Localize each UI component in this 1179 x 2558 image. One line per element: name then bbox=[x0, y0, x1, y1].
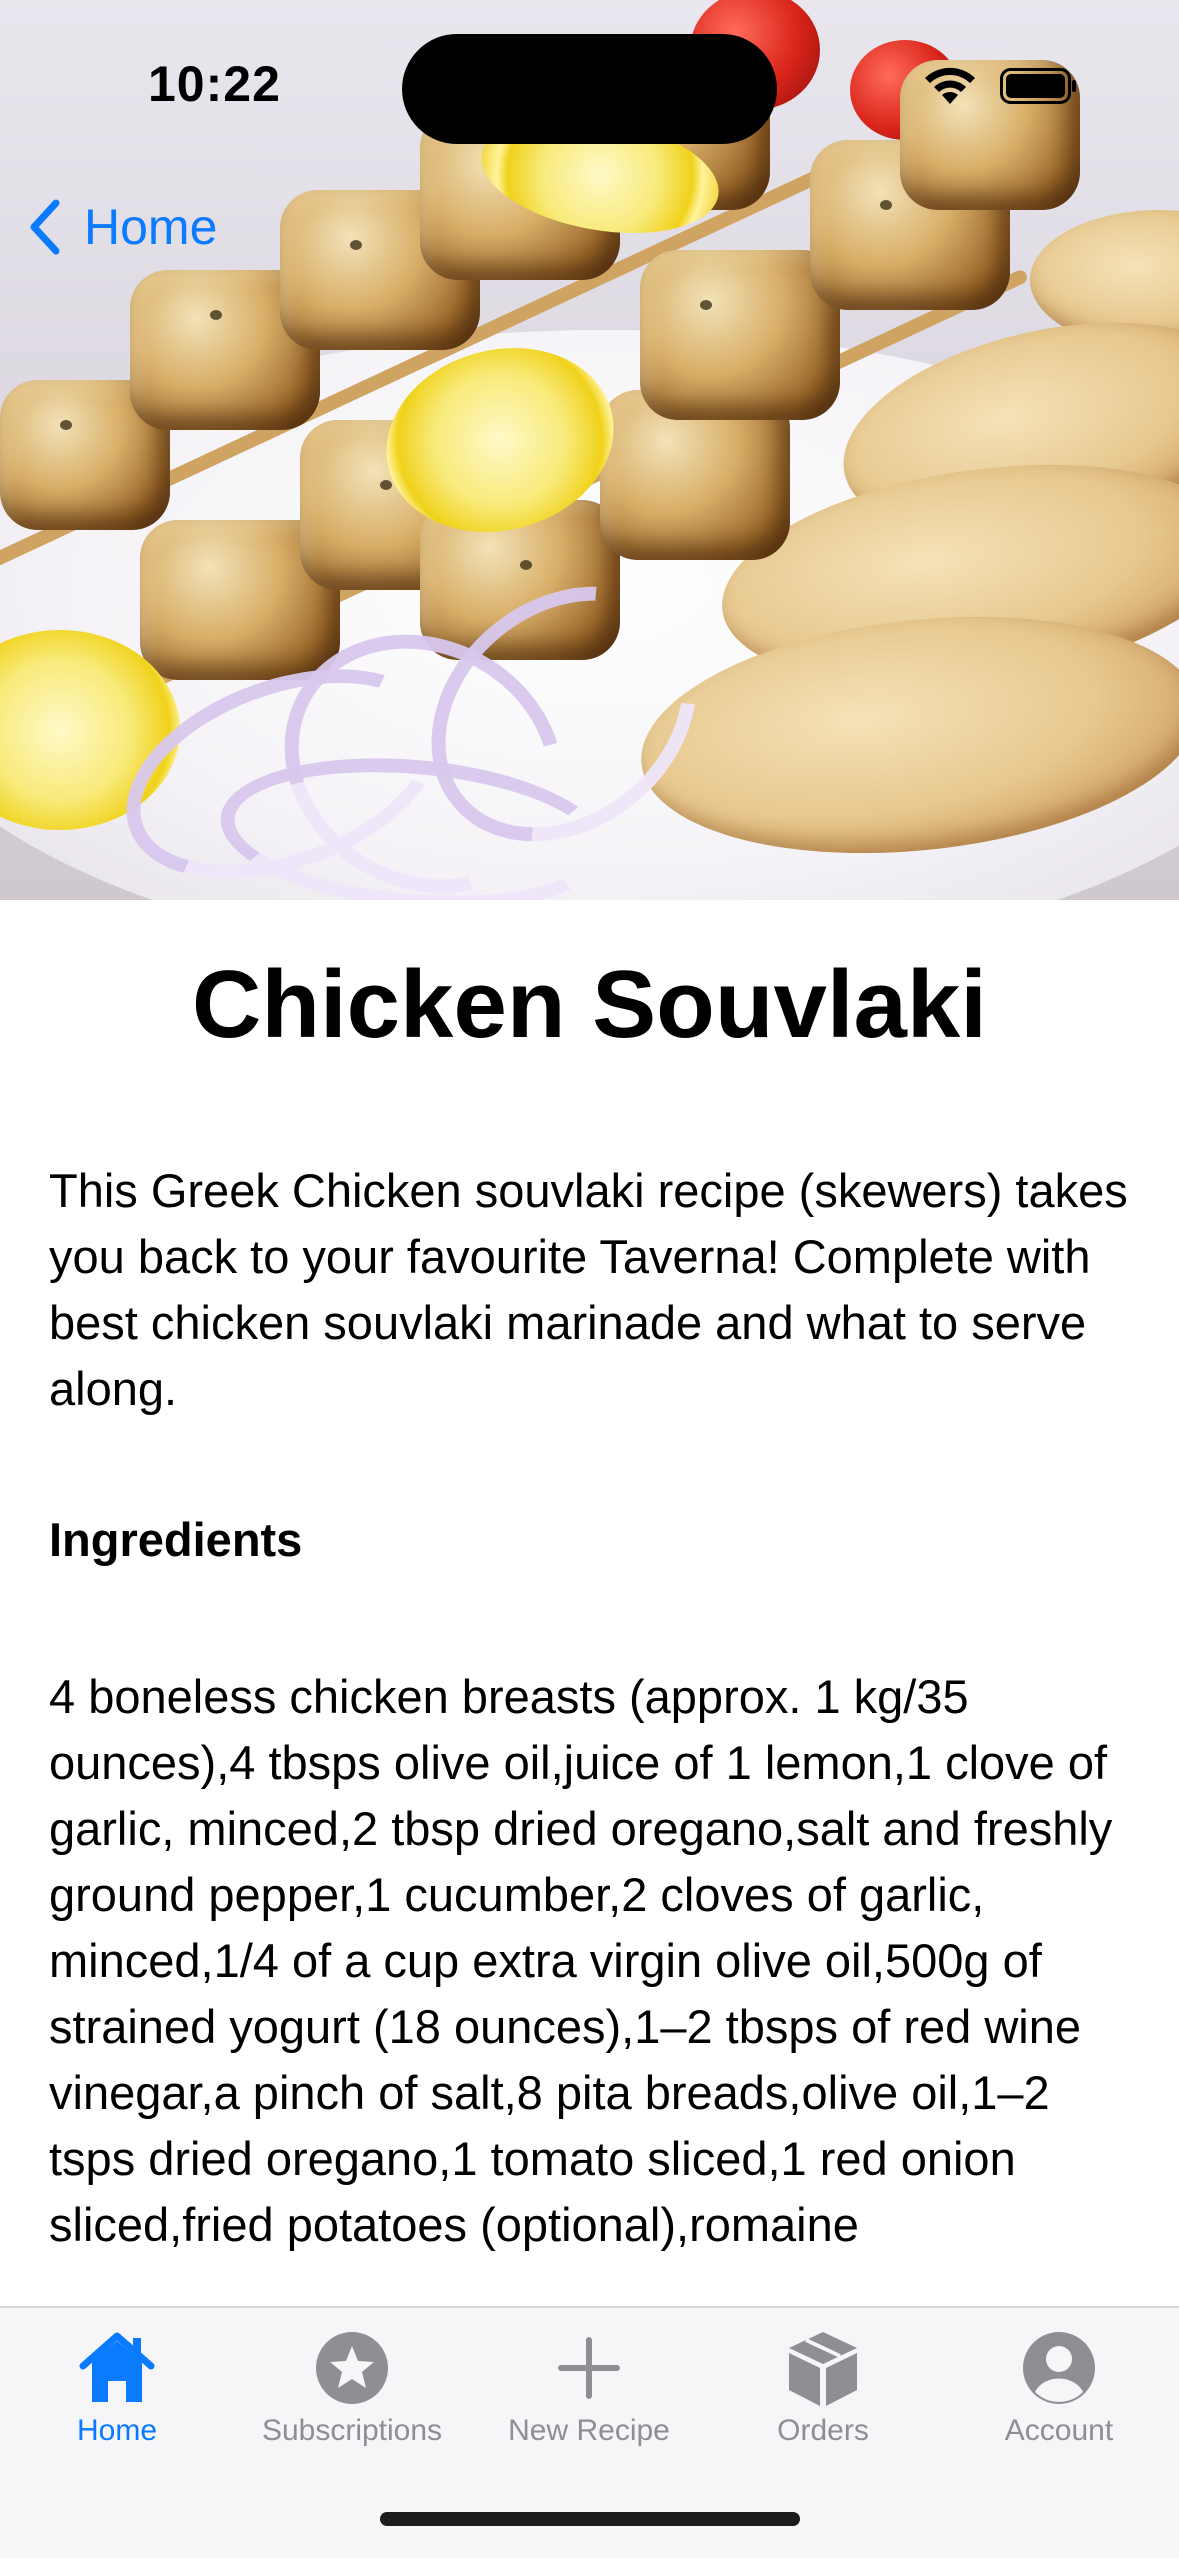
house-icon bbox=[79, 2332, 155, 2402]
tab-subscriptions[interactable]: Subscriptions bbox=[242, 2326, 462, 2448]
recipe-description: This Greek Chicken souvlaki recipe (skew… bbox=[49, 1164, 1128, 1415]
ingredients-heading: Ingredients bbox=[49, 1513, 303, 1566]
wifi-icon bbox=[925, 67, 975, 104]
recipe-title: Chicken Souvlaki bbox=[192, 951, 987, 1058]
chevron-left-icon bbox=[30, 199, 60, 255]
star-icon bbox=[316, 2332, 388, 2404]
tab-account-label: Account bbox=[1004, 2414, 1114, 2447]
seasoning-speck bbox=[380, 480, 392, 490]
dynamic-island bbox=[402, 34, 777, 144]
tab-new-recipe[interactable]: New Recipe bbox=[479, 2326, 699, 2448]
battery-icon bbox=[1000, 68, 1076, 104]
plus-icon bbox=[558, 2337, 620, 2399]
back-button[interactable]: Home bbox=[26, 192, 217, 262]
seasoning-speck bbox=[520, 560, 532, 570]
seasoning-speck bbox=[880, 200, 892, 210]
tab-home[interactable]: Home bbox=[7, 2326, 227, 2448]
seasoning-speck bbox=[210, 310, 222, 320]
box-icon bbox=[789, 2332, 857, 2406]
seasoning-speck bbox=[60, 420, 72, 430]
seasoning-speck bbox=[700, 300, 712, 310]
status-time: 10:22 bbox=[148, 56, 281, 112]
tab-home-label: Home bbox=[76, 2414, 158, 2447]
home-indicator bbox=[380, 2512, 800, 2526]
back-button-label: Home bbox=[84, 199, 218, 255]
tab-subscriptions-label: Subscriptions bbox=[261, 2414, 443, 2447]
tab-orders-label: Orders bbox=[777, 2414, 869, 2447]
tab-orders[interactable]: Orders bbox=[713, 2326, 933, 2448]
seasoning-speck bbox=[350, 240, 362, 250]
person-icon bbox=[1023, 2332, 1095, 2404]
tab-account[interactable]: Account bbox=[949, 2326, 1169, 2448]
tab-new-recipe-label: New Recipe bbox=[508, 2414, 670, 2447]
ingredients-list: 4 boneless chicken breasts (approx. 1 kg… bbox=[49, 1670, 1113, 2251]
